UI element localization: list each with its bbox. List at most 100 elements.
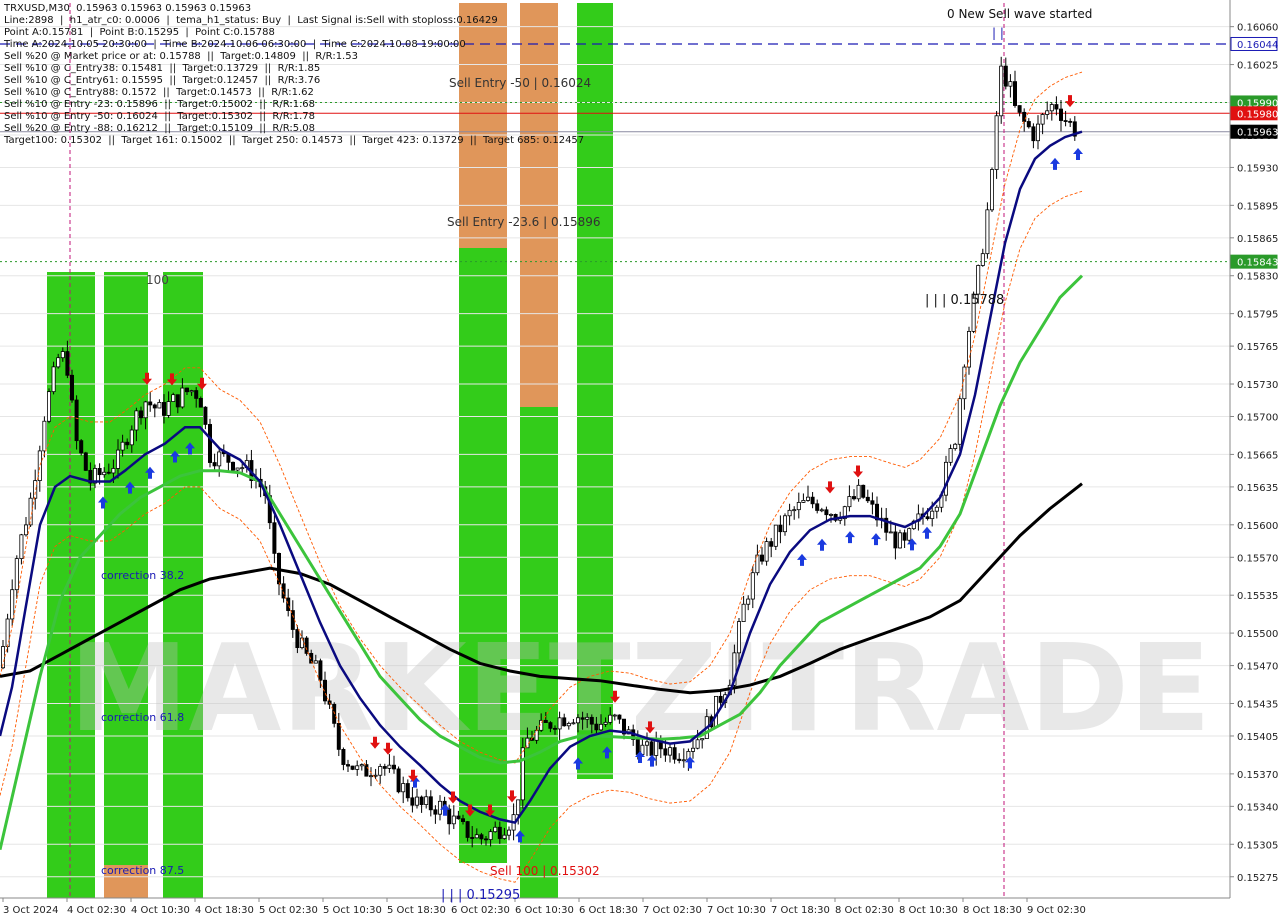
candle-body — [304, 637, 309, 654]
y-tick-label: 0.15665 — [1237, 450, 1278, 461]
sell-arrow-icon — [825, 481, 835, 494]
candle-body — [980, 253, 985, 266]
candle-body — [612, 714, 617, 717]
candle-body — [663, 748, 668, 756]
candle-body — [548, 722, 553, 729]
candle-body — [60, 351, 65, 359]
candle-body — [120, 441, 125, 451]
candle-body — [175, 394, 180, 408]
candle-body — [290, 610, 295, 630]
y-tick-label: 0.16060 — [1237, 23, 1278, 34]
x-tick-label: 5 Oct 10:30 — [323, 905, 382, 916]
info-line: TRXUSD,M30 0.15963 0.15963 0.15963 0.159… — [4, 3, 252, 14]
candle-body — [769, 541, 774, 547]
candle-body — [460, 818, 465, 822]
candle-body — [332, 703, 337, 724]
x-tick-label: 7 Oct 10:30 — [707, 905, 766, 916]
candle-body — [1003, 65, 1008, 87]
candle-body — [382, 766, 387, 769]
candle-body — [465, 821, 470, 838]
candle-body — [419, 796, 424, 805]
candle-body — [603, 721, 608, 725]
candle-body — [70, 374, 75, 401]
sell-arrow-icon — [1065, 95, 1075, 108]
candle-body — [184, 387, 189, 393]
candle-body — [19, 534, 24, 560]
info-line: Target100: 0.15302 || Target 161: 0.1500… — [4, 135, 585, 146]
x-tick-label: 8 Oct 02:30 — [835, 905, 894, 916]
candle-body — [599, 723, 604, 731]
candle-body — [299, 637, 304, 649]
candle-body — [437, 800, 442, 815]
candle-body — [235, 467, 240, 471]
sell-arrow-icon — [507, 790, 517, 803]
candle-body — [1026, 121, 1031, 128]
candle-body — [138, 410, 143, 419]
buy-arrow-icon — [845, 531, 855, 544]
candle-body — [23, 524, 28, 536]
candle-body — [824, 509, 829, 516]
price-tag-level-red: 0.15980 — [1237, 109, 1278, 120]
candle-body — [143, 401, 148, 419]
x-tick-label: 8 Oct 10:30 — [899, 905, 958, 916]
candle-body — [520, 747, 525, 801]
candle-body — [350, 765, 355, 770]
candle-body — [451, 815, 456, 825]
candle-body — [994, 115, 999, 170]
x-tick-label: 7 Oct 02:30 — [643, 905, 702, 916]
y-tick-label: 0.15635 — [1237, 483, 1278, 494]
candle-body — [56, 357, 61, 368]
info-line: Point A:0.15781 | Point B:0.15295 | Poin… — [4, 27, 275, 38]
candle-body — [557, 717, 562, 730]
candle-body — [856, 484, 861, 500]
y-tick-label: 0.15370 — [1237, 770, 1278, 781]
time-axis[interactable]: 3 Oct 2024 4 Oct 02:30 4 Oct 10:30 4 Oct 18… — [0, 897, 1230, 916]
candle-body — [207, 424, 212, 463]
candle-body — [359, 764, 364, 767]
candle-body — [428, 796, 433, 811]
price-tag-last-price: 0.15963 — [1237, 128, 1278, 139]
candle-body — [668, 747, 673, 756]
candle-body — [281, 583, 286, 599]
candle-body — [654, 739, 659, 756]
candle-body — [976, 265, 981, 295]
candle-body — [166, 401, 171, 416]
candle-body — [534, 729, 539, 741]
candle-body — [953, 443, 958, 449]
buy-arrow-icon — [797, 553, 807, 566]
candle-body — [83, 452, 88, 471]
wave-marker-label: | | — [992, 26, 1004, 40]
candle-body — [148, 401, 153, 406]
info-line: Line:2898 | h1_atr_c0: 0.0006 | tema_h1_… — [4, 15, 498, 26]
indicator-info-panel: TRXUSD,M30 0.15963 0.15963 0.15963 0.159… — [4, 3, 584, 147]
candle-body — [474, 834, 479, 839]
candle-body — [410, 797, 415, 806]
sell-entry-50-label: Sell Entry -50 | 0.16024 — [449, 76, 592, 90]
y-tick-label: 0.15865 — [1237, 234, 1278, 245]
candle-body — [134, 410, 139, 431]
candle-body — [967, 331, 972, 368]
candle-body — [985, 209, 990, 255]
candle-body — [313, 660, 318, 664]
candle-body — [957, 398, 962, 445]
candle-body — [888, 531, 893, 534]
candle-body — [893, 531, 898, 549]
candle-body — [608, 714, 613, 723]
x-tick-label: 4 Oct 02:30 — [67, 905, 126, 916]
info-line: Time A:2024.10.05 20:30:00 | Time B:2024… — [4, 39, 466, 50]
candle-body — [230, 461, 235, 471]
y-tick-label: 0.15895 — [1237, 201, 1278, 212]
candle-body — [79, 440, 84, 454]
candle-body — [576, 717, 581, 724]
candle-body — [999, 65, 1004, 117]
green-zone-4 — [459, 248, 507, 863]
sell-arrow-icon — [853, 465, 863, 478]
candle-body — [378, 766, 383, 776]
new-sell-wave-label: 0 New Sell wave started — [947, 7, 1093, 21]
candle-body — [760, 554, 765, 562]
candle-body — [401, 783, 406, 793]
candle-body — [865, 496, 870, 502]
candle-body — [488, 831, 493, 840]
green-zone-1 — [47, 272, 95, 898]
candle-body — [990, 169, 995, 211]
